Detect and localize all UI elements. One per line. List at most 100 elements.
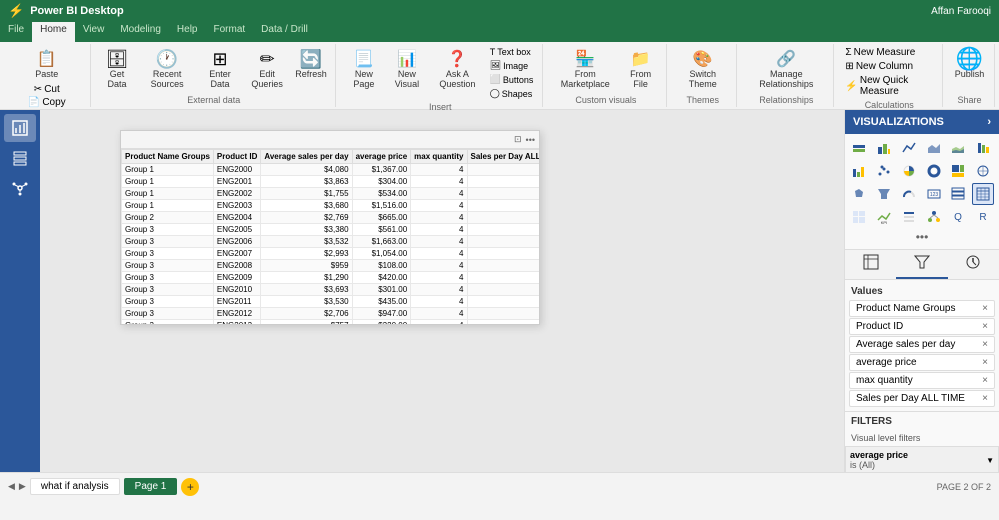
remove-product-id[interactable]: × <box>982 321 988 332</box>
canvas-area: ⊡ ••• Product Name Groups Product ID Ave… <box>40 110 844 472</box>
col-sales-alltime: Sales per Day ALL TIME STATIC <box>467 150 539 164</box>
viz-card[interactable]: 123 <box>923 183 945 205</box>
tab-modeling[interactable]: Modeling <box>112 22 169 42</box>
field-avg-price[interactable]: average price × <box>849 354 995 371</box>
viz-scatter[interactable] <box>873 160 895 182</box>
new-column-button[interactable]: ⊞ New Column <box>842 60 916 73</box>
text-box-button[interactable]: T Text box <box>487 46 537 58</box>
viz-map[interactable] <box>972 160 994 182</box>
tab-data-drill[interactable]: Data / Drill <box>253 22 316 42</box>
tab-analytics[interactable] <box>948 250 999 279</box>
tab-what-if-analysis[interactable]: what if analysis <box>30 478 120 495</box>
field-product-id[interactable]: Product ID × <box>849 318 995 335</box>
new-page-button[interactable]: 📃 New Page <box>344 46 384 92</box>
app-title: Power BI Desktop <box>30 5 124 17</box>
ask-question-button[interactable]: ❓ Ask A Question <box>430 46 485 92</box>
viz-slicer[interactable] <box>898 206 920 228</box>
nav-data-icon[interactable] <box>4 144 36 172</box>
svg-text:Q: Q <box>954 212 962 223</box>
switch-theme-button[interactable]: 🎨 Switch Theme <box>675 46 730 92</box>
tab-format[interactable]: Format <box>205 22 253 42</box>
add-page-button[interactable]: + <box>181 478 199 496</box>
svg-text:R: R <box>980 212 987 223</box>
viz-donut[interactable] <box>923 160 945 182</box>
tab-fields[interactable] <box>845 250 896 279</box>
viz-waterfall[interactable] <box>848 160 870 182</box>
shapes-button[interactable]: ◯ Shapes <box>487 87 537 100</box>
paste-button[interactable]: 📋 Paste <box>31 46 62 82</box>
filter-avg-price-chevron[interactable]: ▼ <box>986 456 994 465</box>
expand-icon[interactable]: › <box>987 116 991 128</box>
focus-icon[interactable]: ⊡ <box>514 134 522 145</box>
switch-theme-icon: 🎨 <box>692 48 714 70</box>
nav-model-icon[interactable] <box>4 174 36 202</box>
field-avg-sales[interactable]: Average sales per day × <box>849 336 995 353</box>
new-measure-button[interactable]: Σ New Measure <box>842 46 918 59</box>
field-max-qty[interactable]: max quantity × <box>849 372 995 389</box>
viz-qa[interactable]: Q <box>947 206 969 228</box>
group-clipboard: 📋 Paste ✂ Cut 📄 Copy <box>4 44 91 107</box>
viz-ribbon[interactable] <box>972 137 994 159</box>
svg-text:KPI: KPI <box>881 220 887 224</box>
edit-queries-button[interactable]: ✏ Edit Queries <box>243 46 291 92</box>
ribbon-bar: 📋 Paste ✂ Cut 📄 Copy <box>0 42 999 110</box>
publish-button[interactable]: 🌐 Publish <box>951 46 989 82</box>
visualizations-header: VISUALIZATIONS › <box>845 110 999 134</box>
get-data-button[interactable]: 🗄 Get Data <box>99 46 136 92</box>
nav-prev-button[interactable]: ◀ <box>8 481 15 492</box>
remove-product-name[interactable]: × <box>982 303 988 314</box>
viz-filled-map[interactable] <box>848 183 870 205</box>
remove-avg-price[interactable]: × <box>982 357 988 368</box>
enter-data-button[interactable]: ⊞ Enter Data <box>199 46 242 92</box>
table-row: Group 1ENG2001$3,863$304.004$220 <box>122 176 540 188</box>
new-quick-measure-button[interactable]: ⚡ New Quick Measure <box>842 74 936 98</box>
remove-avg-sales[interactable]: × <box>982 339 988 350</box>
viz-funnel[interactable] <box>873 183 895 205</box>
tab-filter[interactable] <box>896 250 947 279</box>
nav-report-icon[interactable] <box>4 114 36 142</box>
viz-stacked-area[interactable] <box>947 137 969 159</box>
tab-help[interactable]: Help <box>169 22 206 42</box>
viz-matrix[interactable] <box>848 206 870 228</box>
col-product-name: Product Name Groups <box>122 150 214 164</box>
more-options-icon[interactable]: ••• <box>526 135 535 145</box>
viz-area-chart[interactable] <box>923 137 945 159</box>
new-column-icon: ⊞ <box>845 61 853 72</box>
external-data-buttons: 🗄 Get Data 🕐 Recent Sources ⊞ Enter Data… <box>99 46 329 93</box>
copy-button[interactable]: 📄 Copy <box>25 96 69 109</box>
buttons-button[interactable]: ⬜ Buttons <box>487 73 537 86</box>
refresh-button[interactable]: 🔄 Refresh <box>293 46 329 82</box>
viz-decomposition[interactable] <box>923 206 945 228</box>
viz-line-chart[interactable] <box>898 137 920 159</box>
table-visual[interactable]: ⊡ ••• Product Name Groups Product ID Ave… <box>120 130 540 325</box>
nav-next-button[interactable]: ▶ <box>19 481 26 492</box>
from-marketplace-button[interactable]: 🏪 From Marketplace <box>551 46 619 92</box>
viz-kpi[interactable]: KPI <box>873 206 895 228</box>
viz-treemap[interactable] <box>947 160 969 182</box>
viz-stacked-bar[interactable] <box>848 137 870 159</box>
cut-button[interactable]: ✂ Cut <box>31 83 63 96</box>
field-sales-alltime[interactable]: Sales per Day ALL TIME × <box>849 390 995 407</box>
filter-avg-price[interactable]: average price is (All) ▼ <box>845 446 999 472</box>
recent-sources-button[interactable]: 🕐 Recent Sources <box>137 46 196 92</box>
manage-relationships-button[interactable]: 🔗 Manage Relationships <box>745 46 827 92</box>
viz-gauge[interactable] <box>898 183 920 205</box>
tab-view[interactable]: View <box>75 22 113 42</box>
new-visual-button[interactable]: 📊 New Visual <box>386 46 428 92</box>
more-visuals-button[interactable]: ••• <box>848 228 996 246</box>
viz-multirow-card[interactable] <box>947 183 969 205</box>
tab-home[interactable]: Home <box>32 22 75 42</box>
from-file-button[interactable]: 📁 From File <box>621 46 660 92</box>
remove-max-qty[interactable]: × <box>982 375 988 386</box>
viz-table[interactable] <box>972 183 994 205</box>
viz-pie[interactable] <box>898 160 920 182</box>
field-product-name[interactable]: Product Name Groups × <box>849 300 995 317</box>
remove-sales-alltime[interactable]: × <box>982 393 988 404</box>
recent-sources-icon: 🕐 <box>156 48 178 70</box>
viz-clustered-bar[interactable] <box>873 137 895 159</box>
table-row: Group 3ENG2008$959$108.004$87 <box>122 260 540 272</box>
image-button[interactable]: 🖼 Image <box>487 59 537 72</box>
viz-r-script[interactable]: R <box>972 206 994 228</box>
tab-file[interactable]: File <box>0 22 32 42</box>
tab-page-1[interactable]: Page 1 <box>124 478 178 495</box>
